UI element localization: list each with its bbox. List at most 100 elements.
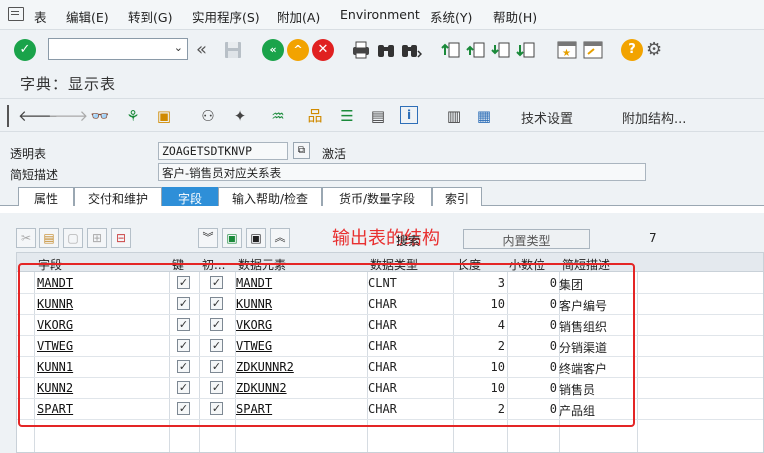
menu-utilities[interactable]: 实用程序(S) [192, 7, 260, 26]
table-row[interactable]: KUNN2 ✓ ✓ ZDKUNN2 CHAR 10 0 销售员 [17, 378, 763, 399]
field-name[interactable]: SPART [37, 402, 73, 416]
insert-row-icon[interactable]: ⊞ [87, 228, 107, 248]
table-row[interactable]: KUNN1 ✓ ✓ ZDKUNNR2 CHAR 10 0 终端客户 [17, 357, 763, 378]
menu-system[interactable]: 系统(Y) [430, 7, 472, 26]
delete-row-icon[interactable]: ⊟ [111, 228, 131, 248]
field-name[interactable]: MANDT [37, 276, 73, 290]
menu-help[interactable]: 帮助(H) [493, 7, 537, 26]
detail-icon[interactable]: ▣ [222, 228, 242, 248]
data-element[interactable]: MANDT [236, 276, 272, 290]
customize-icon[interactable]: ⚙ [646, 39, 668, 61]
builtin-type-button[interactable]: 内置类型 [463, 229, 590, 249]
transport-icon[interactable]: ▣ [154, 106, 174, 126]
menu-goto[interactable]: 转到(G) [128, 7, 172, 26]
where-used-icon[interactable]: ⚇ [198, 106, 218, 126]
col-short-desc[interactable]: 简短描述 [562, 256, 610, 273]
arrow-right-icon[interactable]: 🡒 [48, 106, 88, 126]
info-icon[interactable]: i [400, 106, 418, 124]
stack-icon[interactable]: ☰ [337, 106, 357, 126]
menu-edit[interactable]: 编辑(E) [66, 7, 109, 26]
col-initial[interactable]: 初... [202, 256, 225, 273]
last-page-icon[interactable] [515, 39, 537, 61]
data-element[interactable]: ZDKUNN2 [236, 381, 287, 395]
collapse-up-icon[interactable]: ︽ [270, 228, 290, 248]
table-row[interactable]: VTWEG ✓ ✓ VTWEG CHAR 2 0 分销渠道 [17, 336, 763, 357]
find-next-icon[interactable] [400, 39, 423, 61]
prev-page-icon[interactable] [465, 39, 487, 61]
table-row[interactable]: SPART ✓ ✓ SPART CHAR 2 0 产品组 [17, 399, 763, 420]
data-element[interactable]: VKORG [236, 318, 272, 332]
next-page-icon[interactable] [490, 39, 512, 61]
initial-checkbox[interactable]: ✓ [210, 381, 223, 394]
table-icon[interactable]: ▥ [444, 106, 464, 126]
key-checkbox[interactable]: ✓ [177, 339, 190, 352]
back-icon[interactable]: « [196, 39, 218, 61]
enter-icon[interactable]: ✓ [14, 39, 36, 61]
field-name[interactable]: VTWEG [37, 339, 73, 353]
grid-icon[interactable]: ▦ [474, 106, 494, 126]
chevron-down-icon[interactable]: ⌄ [174, 41, 183, 54]
menu-extras[interactable]: 附加(A) [277, 7, 320, 26]
search-label[interactable]: 搜索 [396, 232, 420, 249]
command-field[interactable]: ⌄ [48, 38, 188, 60]
data-element[interactable]: ZDKUNNR2 [236, 360, 294, 374]
save-icon[interactable] [222, 39, 244, 61]
table-row[interactable]: VKORG ✓ ✓ VKORG CHAR 4 0 销售组织 [17, 315, 763, 336]
data-element[interactable]: SPART [236, 402, 272, 416]
table-name-field[interactable]: ZOAGETSDTKNVP [158, 142, 288, 160]
col-key[interactable]: 键 [172, 256, 184, 273]
field-name[interactable]: KUNN2 [37, 381, 73, 395]
glasses-pencil-icon[interactable]: 👓 [90, 106, 110, 126]
field-name[interactable]: KUNNR [37, 297, 73, 311]
key-checkbox[interactable]: ✓ [177, 318, 190, 331]
frame-icon[interactable]: ▣ [246, 228, 266, 248]
molecule-icon[interactable]: ⚘ [123, 106, 143, 126]
append-structure-button[interactable]: 附加结构... [622, 108, 686, 127]
structure-icon[interactable]: 品 [305, 106, 325, 126]
tab-input-help[interactable]: 输入帮助/检查 [218, 187, 322, 206]
cut-icon[interactable]: ✂ [16, 228, 36, 248]
col-data-type[interactable]: 数据类型 [370, 256, 418, 273]
field-name[interactable]: VKORG [37, 318, 73, 332]
col-data-element[interactable]: 数据元素 [238, 256, 286, 273]
first-page-icon[interactable] [440, 39, 462, 61]
tab-indexes[interactable]: 索引 [432, 187, 482, 206]
menu-icon[interactable] [8, 7, 24, 21]
back-green-icon[interactable]: « [262, 39, 284, 61]
expand-down-icon[interactable]: ︾ [198, 228, 218, 248]
menu-environment[interactable]: Environment [340, 7, 420, 22]
key-checkbox[interactable]: ✓ [177, 297, 190, 310]
hierarchy-icon[interactable]: ♒ [268, 106, 288, 126]
menu-table[interactable]: 表 [34, 7, 47, 26]
tab-delivery-maintenance[interactable]: 交付和维护 [74, 187, 162, 206]
copy-icon[interactable]: ⧉ [293, 142, 310, 159]
col-field[interactable]: 字段 [38, 256, 62, 273]
short-desc-field[interactable]: 客户-销售员对应关系表 [158, 163, 646, 181]
field-name[interactable]: KUNN1 [37, 360, 73, 374]
print-icon[interactable] [350, 39, 372, 61]
data-element[interactable]: VTWEG [236, 339, 272, 353]
exit-icon[interactable]: ^ [287, 39, 309, 61]
help-icon[interactable]: ? [621, 39, 643, 61]
initial-checkbox[interactable]: ✓ [210, 318, 223, 331]
key-checkbox[interactable]: ✓ [177, 360, 190, 373]
cancel-icon[interactable]: ✕ [312, 39, 334, 61]
create-session-icon[interactable] [582, 39, 604, 61]
tab-currency-quantity[interactable]: 货币/数量字段 [322, 187, 432, 206]
data-element[interactable]: KUNNR [236, 297, 272, 311]
key-checkbox[interactable]: ✓ [177, 276, 190, 289]
paste-icon[interactable]: ▢ [63, 228, 83, 248]
arrow-left-icon[interactable]: 🡐 [18, 106, 58, 126]
tab-attributes[interactable]: 属性 [18, 187, 74, 206]
initial-checkbox[interactable]: ✓ [210, 339, 223, 352]
col-decimals[interactable]: 小数位 [509, 256, 545, 273]
initial-checkbox[interactable]: ✓ [210, 297, 223, 310]
tech-settings-button[interactable]: 技术设置 [521, 108, 573, 127]
table-row[interactable]: MANDT ✓ ✓ MANDT CLNT 3 0 集团 [17, 273, 763, 294]
initial-checkbox[interactable]: ✓ [210, 360, 223, 373]
key-checkbox[interactable]: ✓ [177, 381, 190, 394]
tab-fields[interactable]: 字段 [162, 187, 218, 206]
magic-wand-icon[interactable]: ✦ [230, 106, 250, 126]
table-row[interactable]: KUNNR ✓ ✓ KUNNR CHAR 10 0 客户编号 [17, 294, 763, 315]
list-icon[interactable]: ▤ [368, 106, 388, 126]
